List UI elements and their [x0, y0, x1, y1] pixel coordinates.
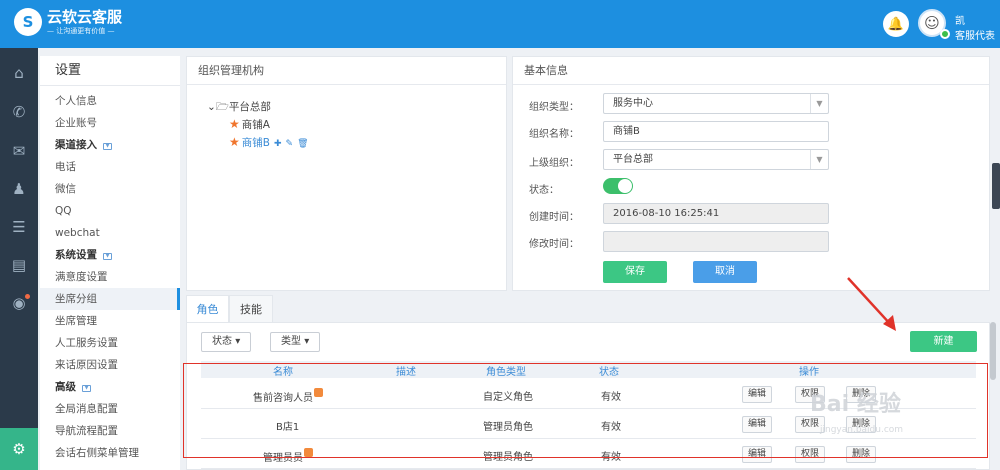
delete-icon[interactable]: 🗑 — [297, 139, 308, 149]
chevron-down-icon: ⌄ — [207, 101, 216, 113]
home-icon[interactable]: ⌂ — [0, 56, 38, 90]
chevron-down-icon: ▼ — [810, 150, 828, 169]
chevron-down-icon: ▼ — [810, 94, 828, 113]
sidebar-item-global-messages[interactable]: 全局消息配置 — [40, 398, 180, 420]
sidebar-group-advanced[interactable]: 高级 ▼ — [40, 376, 180, 398]
sidebar-group-channels[interactable]: 渠道接入 ▼ — [40, 134, 180, 156]
sidebar-item-webchat[interactable]: webchat — [40, 222, 180, 244]
tree-node-shop-b[interactable]: ★ 商铺B ✚ ✎ 🗑 — [229, 135, 309, 150]
org-panel-title: 组织管理机构 — [187, 57, 506, 85]
org-name-input[interactable]: 商铺B — [603, 121, 829, 142]
compass-icon[interactable]: ◉ — [0, 286, 38, 320]
sidebar-group-system[interactable]: 系统设置 ▼ — [40, 244, 180, 266]
star-icon: ★ — [229, 135, 240, 149]
toggle-knob — [618, 179, 632, 193]
created-time-value: 2016-08-10 16:25:41 — [613, 208, 720, 219]
cancel-button[interactable]: 取消 — [693, 261, 757, 283]
basic-info-panel: 基本信息 组织类型： 服务中心 ▼ 组织名称： 商铺B 上级组织： 平台总部 ▼ 状… — [512, 56, 990, 291]
type-filter-dropdown[interactable]: 类型 ▾ — [270, 332, 321, 352]
user-role: 客服代表 — [955, 31, 995, 42]
tab-roles[interactable]: 角色 — [186, 295, 229, 323]
star-icon: ★ — [229, 117, 240, 131]
users-icon[interactable]: ♟ — [0, 172, 38, 206]
chat-icon[interactable]: ✉ — [0, 134, 38, 168]
add-icon[interactable]: ✚ — [274, 139, 282, 149]
online-status-dot — [940, 29, 950, 39]
top-bar: S 云软云客服 — 让沟通更有价值 — 🔔 ☺ 凯 客服代表 — [0, 0, 1000, 48]
sidebar-item-satisfaction[interactable]: 满意度设置 — [40, 266, 180, 288]
sidebar-item-manual-service[interactable]: 人工服务设置 — [40, 332, 180, 354]
settings-icon[interactable]: ⚙ — [0, 428, 38, 470]
chevron-down-icon: ▼ — [103, 143, 112, 150]
folder-icon: 🗁 — [215, 101, 229, 113]
parent-org-value: 平台总部 — [613, 154, 653, 165]
modified-time-label: 修改时间： — [529, 239, 579, 250]
tab-skills[interactable]: 技能 — [229, 295, 273, 323]
modified-time-field — [603, 231, 829, 252]
app-title: 云软云客服 — [47, 7, 123, 26]
sidebar-title: 设置 — [40, 56, 180, 86]
sidebar-item-phone[interactable]: 电话 — [40, 156, 180, 178]
settings-sidebar: 设置 个人信息 企业账号 渠道接入 ▼ 电话 微信 QQ webchat 系统设置… — [40, 56, 180, 470]
org-type-select[interactable]: 服务中心 ▼ — [603, 93, 829, 114]
phone-icon[interactable]: ✆ — [0, 95, 38, 129]
sidebar-item-agent-management[interactable]: 坐席管理 — [40, 310, 180, 332]
bell-icon[interactable]: 🔔 — [883, 11, 909, 37]
logo-mark: S — [14, 8, 42, 36]
org-name-value: 商铺B — [613, 126, 640, 137]
caret-down-icon: ▾ — [235, 336, 241, 347]
org-tree-panel: 组织管理机构 ⌄🗁平台总部 ★ 商铺A ★ 商铺B ✚ ✎ 🗑 — [186, 56, 507, 291]
chevron-down-icon: ▼ — [82, 385, 91, 392]
side-panel-handle[interactable] — [992, 163, 1000, 209]
type-filter-label: 类型 — [281, 336, 301, 347]
sidebar-item-profile[interactable]: 个人信息 — [40, 90, 180, 112]
created-time-field: 2016-08-10 16:25:41 — [603, 203, 829, 224]
user-name: 凯 — [955, 16, 965, 27]
watermark: Bai 经验 — [810, 392, 901, 417]
org-type-value: 服务中心 — [613, 98, 653, 109]
list-icon[interactable]: ☰ — [0, 210, 38, 244]
sidebar-item-call-reasons[interactable]: 来话原因设置 — [40, 354, 180, 376]
status-label: 状态： — [529, 185, 559, 196]
notification-dot — [25, 294, 30, 299]
save-button[interactable]: 保存 — [603, 261, 667, 283]
status-filter-dropdown[interactable]: 状态 ▾ — [201, 332, 252, 352]
watermark-url: jingyan.baidu.com — [820, 425, 904, 435]
chevron-down-icon: ▼ — [103, 253, 112, 260]
caret-down-icon: ▾ — [304, 336, 310, 347]
info-panel-title: 基本信息 — [513, 57, 989, 85]
org-name-label: 组织名称： — [529, 129, 579, 140]
parent-org-select[interactable]: 平台总部 ▼ — [603, 149, 829, 170]
logo[interactable]: S 云软云客服 — 让沟通更有价值 — — [14, 8, 122, 36]
tree-node-label: 商铺B — [241, 137, 270, 149]
new-role-button[interactable]: 新建 — [910, 331, 977, 352]
sidebar-item-wechat[interactable]: 微信 — [40, 178, 180, 200]
org-type-label: 组织类型： — [529, 102, 579, 113]
tree-node-shop-a[interactable]: ★ 商铺A — [229, 117, 270, 132]
app-slogan: — 让沟通更有价值 — — [47, 26, 115, 35]
sidebar-item-navigation-flow[interactable]: 导航流程配置 — [40, 420, 180, 442]
annotation-arrow-icon — [847, 277, 896, 331]
sidebar-group-label: 系统设置 — [55, 249, 97, 261]
tree-node-label: 商铺A — [241, 119, 270, 131]
sidebar-item-session-menu[interactable]: 会话右侧菜单管理 — [40, 442, 180, 464]
parent-org-label: 上级组织： — [529, 158, 579, 169]
sidebar-item-company-account[interactable]: 企业账号 — [40, 112, 180, 134]
sidebar-group-label: 高级 — [55, 381, 76, 393]
chart-icon[interactable]: ▤ — [0, 248, 38, 282]
edit-icon[interactable]: ✎ — [286, 139, 294, 149]
created-time-label: 创建时间： — [529, 212, 579, 223]
sidebar-item-qq[interactable]: QQ — [40, 200, 180, 222]
status-toggle[interactable] — [603, 178, 633, 194]
sidebar-group-label: 渠道接入 — [55, 139, 97, 151]
status-filter-label: 状态 — [212, 336, 232, 347]
icon-navbar: ⌂ ✆ ✉ ♟ ☰ ▤ ◉ ⚙ — [0, 48, 38, 470]
tree-root-label: 平台总部 — [228, 101, 271, 113]
tree-root-node[interactable]: ⌄🗁平台总部 — [207, 99, 271, 117]
sidebar-item-agent-groups[interactable]: 坐席分组 — [40, 288, 180, 310]
scrollbar-thumb[interactable] — [990, 322, 996, 380]
